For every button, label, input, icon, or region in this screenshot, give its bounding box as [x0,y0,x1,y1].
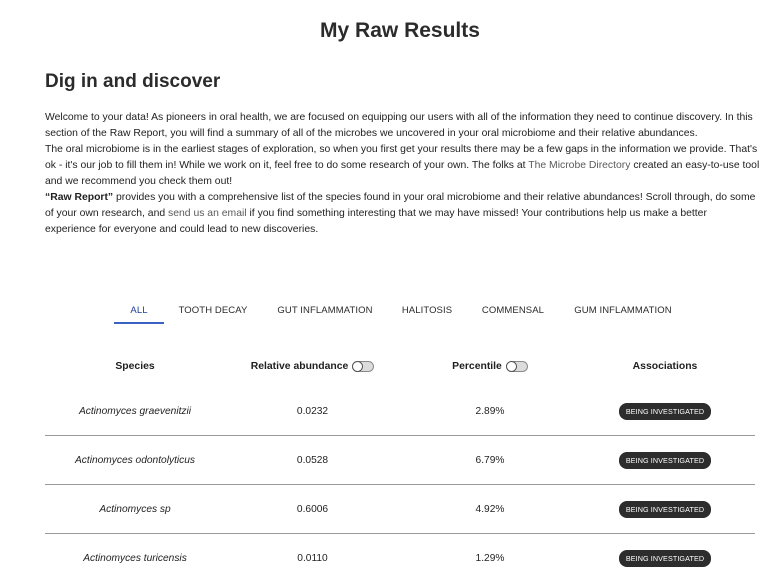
table-row: Actinomyces sp 0.6006 4.92% BEING INVEST… [45,485,755,534]
tab-gum-inflammation[interactable]: GUM INFLAMMATION [574,300,672,324]
species-cell: Actinomyces graevenitzii [78,405,192,417]
toggle-knob-icon [505,360,517,372]
relative-abundance-cell: 0.0232 [296,405,329,417]
table-row: Actinomyces turicensis 0.0110 1.29% BEIN… [45,534,755,574]
percentile-toggle[interactable] [505,360,528,372]
intro-p1-text: Welcome to your data! As pioneers in ora… [45,112,753,139]
species-cell: Actinomyces odontolyticus [74,454,196,466]
intro-text: Welcome to your data! As pioneers in ora… [45,110,760,238]
relative-abundance-header-label: Relative abundance [250,360,349,372]
relative-abundance-cell: 0.6006 [296,503,329,515]
species-cell: Actinomyces turicensis [83,552,187,564]
table-row: Actinomyces graevenitzii 0.0232 2.89% BE… [45,387,755,436]
table-header: Species Relative abundance Percentile As… [45,356,755,376]
relative-abundance-cell: 0.0110 [297,552,328,564]
association-badge[interactable]: BEING INVESTIGATED [618,500,712,518]
raw-report-bold: “Raw Report” [45,192,114,203]
relative-abundance-cell: 0.0528 [296,454,329,466]
section-title: Dig in and discover [45,71,221,92]
microbe-directory-link[interactable]: The Microbe Directory [528,160,630,171]
association-badge[interactable]: BEING INVESTIGATED [618,402,712,420]
toggle-knob-icon [352,360,364,372]
association-cell: BEING INVESTIGATED [575,387,755,435]
percentile-header-label: Percentile [452,360,502,372]
intro-paragraph-3: “Raw Report” provides you with a compreh… [45,190,760,238]
intro-paragraph-1: Welcome to your data! As pioneers in ora… [45,110,760,142]
associations-header: Associations [575,356,755,376]
raw-results-page: My Raw Results Dig in and discover Welco… [0,0,775,574]
relative-abundance-header: Relative abundance [220,356,405,376]
table-row: Actinomyces odontolyticus 0.0528 6.79% B… [45,436,755,485]
percentile-cell: 4.92% [475,503,505,515]
percentile-header: Percentile [400,356,580,376]
tab-commensal[interactable]: COMMENSAL [481,300,545,324]
association-badge[interactable]: BEING INVESTIGATED [618,451,712,469]
percentile-cell: 1.29% [475,552,505,564]
percentile-cell: 2.89% [475,405,505,417]
species-table: Actinomyces graevenitzii 0.0232 2.89% BE… [45,387,755,574]
species-header: Species [45,356,225,376]
relative-abundance-toggle[interactable] [352,360,375,372]
intro-paragraph-2: The oral microbiome is in the earliest s… [45,142,760,190]
tab-halitosis[interactable]: HALITOSIS [400,300,454,324]
page-title: My Raw Results [320,19,480,42]
association-cell: BEING INVESTIGATED [575,436,755,484]
percentile-cell: 6.79% [475,454,505,466]
category-tabs: ALL TOOTH DECAY GUT INFLAMMATION HALITOS… [0,300,775,324]
species-cell: Actinomyces sp [99,503,171,515]
species-header-label: Species [115,360,155,372]
association-cell: BEING INVESTIGATED [575,534,755,574]
tab-gut-inflammation[interactable]: GUT INFLAMMATION [277,300,373,324]
tab-all[interactable]: ALL [114,300,164,324]
send-email-link[interactable]: send us an email [168,208,247,219]
associations-header-label: Associations [632,360,698,372]
tab-tooth-decay[interactable]: TOOTH DECAY [178,300,248,324]
association-cell: BEING INVESTIGATED [575,485,755,533]
association-badge[interactable]: BEING INVESTIGATED [618,549,712,567]
